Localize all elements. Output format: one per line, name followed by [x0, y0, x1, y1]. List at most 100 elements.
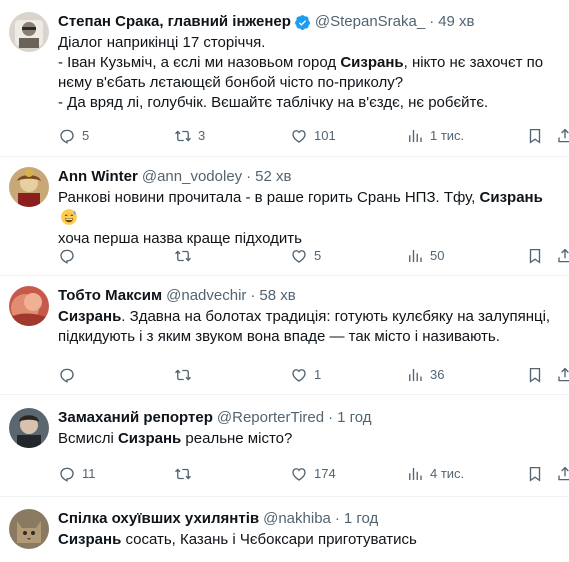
share-button[interactable] — [556, 465, 569, 483]
tweet-text-line: Діалог наприкінці 17 сторіччя. — [58, 33, 557, 53]
tweet-actions: 1 36 — [58, 366, 569, 386]
views-count: 1 тис. — [430, 128, 465, 143]
tweet[interactable]: Замаханий репортер @ReporterTired · 1 го… — [0, 395, 569, 497]
bold-text: Сизрань — [58, 308, 122, 325]
bold-text: Сизрань — [58, 531, 122, 548]
timestamp[interactable]: 1 год — [344, 509, 378, 529]
retweet-icon — [175, 369, 191, 381]
tweet-text: Сизрань сосать, Казань і Чєбоксари приго… — [58, 530, 557, 550]
views-icon — [409, 130, 422, 142]
views-count: 36 — [430, 367, 445, 382]
bookmark-button[interactable] — [526, 247, 544, 265]
avatar[interactable] — [9, 12, 49, 52]
views-icon — [409, 369, 422, 381]
like-count: 5 — [314, 248, 322, 263]
tweet-actions: 11 174 4 тис. — [58, 465, 569, 485]
tweet-text: Ранкові новини прочитала - в раше горить… — [58, 188, 557, 249]
share-button[interactable] — [556, 127, 569, 145]
text-span: , нікто нє захочєт по — [403, 54, 544, 71]
reply-count: 5 — [82, 128, 90, 143]
tweet-actions: 5 3 101 1 тис. — [58, 127, 569, 147]
tweet-feed: Степан Срака, главний інженер @StepanSra… — [0, 0, 569, 562]
like-count: 174 — [314, 466, 336, 481]
author-handle[interactable]: @nakhiba — [263, 509, 331, 529]
retweet-button[interactable] — [174, 465, 198, 483]
text-span: Ранкові новини прочитала - в раше горить… — [58, 189, 480, 206]
timestamp[interactable]: 52 хв — [255, 167, 291, 187]
timestamp[interactable]: 49 хв — [438, 12, 474, 32]
like-button[interactable]: 174 — [290, 465, 336, 483]
bookmark-button[interactable] — [526, 366, 544, 384]
views-button[interactable]: 36 — [406, 366, 444, 384]
like-button[interactable]: 1 — [290, 366, 321, 384]
tweet-text-line: підкидують і з яким звуком вона впаде — … — [58, 327, 557, 347]
tweet[interactable]: Ann Winter @ann_vodoley · 52 хв Ранкові … — [0, 157, 569, 276]
reply-icon — [60, 129, 74, 144]
retweet-count: 3 — [198, 128, 206, 143]
avatar[interactable] — [9, 408, 49, 448]
retweet-button[interactable] — [174, 366, 198, 384]
text-span: хоча перша назва краще підходить — [58, 230, 302, 247]
timestamp[interactable]: 1 год — [337, 408, 371, 428]
like-button[interactable]: 101 — [290, 127, 336, 145]
share-icon — [558, 367, 569, 382]
author-name[interactable]: Замаханий репортер — [58, 408, 213, 428]
verified-badge-icon — [294, 14, 310, 30]
tweet-text-line: нєму в'єбать лєтающєй бонбой чісто по-пр… — [58, 73, 557, 93]
bookmark-button[interactable] — [526, 465, 544, 483]
views-button[interactable]: 50 — [406, 247, 444, 265]
text-span: - Да вряд лі, голубчік. Вєшайтє таблічку… — [58, 94, 489, 111]
avatar[interactable] — [9, 286, 49, 326]
tweet-text-line: Всмислі Сизрань реальне місто? — [58, 429, 557, 449]
author-name[interactable]: Спілка охуївших ухилянтів — [58, 509, 259, 529]
tweet-text: Сизрань. Здавна на болотах традиція: гот… — [58, 307, 557, 347]
separator-dot: · — [328, 409, 334, 426]
reply-button[interactable]: 11 — [58, 465, 96, 483]
views-count: 4 тис. — [430, 466, 465, 481]
share-button[interactable] — [556, 247, 569, 265]
grinning-sweat-emoji-icon — [61, 209, 77, 225]
author-handle[interactable]: @StepanSraka_ — [315, 12, 425, 32]
author-name[interactable]: Степан Срака, главний інженер — [58, 12, 291, 32]
tweet-text: Всмислі Сизрань реальне місто? — [58, 429, 557, 449]
tweet-text-line: - Да вряд лі, голубчік. Вєшайтє таблічку… — [58, 93, 557, 113]
views-icon — [409, 468, 422, 480]
share-icon — [558, 248, 569, 263]
views-button[interactable]: 4 тис. — [406, 465, 464, 483]
tweet-text-line: Сизрань. Здавна на болотах традиція: гот… — [58, 307, 557, 327]
separator-dot: · — [246, 168, 252, 185]
timestamp[interactable]: 58 хв — [259, 286, 295, 306]
heart-icon — [292, 130, 306, 143]
author-handle[interactable]: @nadvechir — [166, 286, 246, 306]
share-button[interactable] — [556, 366, 569, 384]
like-button[interactable]: 5 — [290, 247, 321, 265]
bookmark-icon — [529, 248, 541, 264]
tweet[interactable]: Тобто Максим @nadvechir · 58 хв Сизрань.… — [0, 276, 569, 395]
text-span: - Іван Кузьміч, а єслі ми назовьом город — [58, 54, 341, 71]
retweet-button[interactable]: 3 — [174, 127, 205, 145]
views-icon — [409, 250, 422, 262]
heart-icon — [292, 468, 306, 481]
like-count: 1 — [314, 367, 322, 382]
text-span: реальне місто? — [181, 430, 293, 447]
bold-text: Сизрань — [479, 189, 543, 206]
avatar[interactable] — [9, 167, 49, 207]
views-button[interactable]: 1 тис. — [406, 127, 464, 145]
reply-button[interactable] — [58, 247, 82, 265]
author-handle[interactable]: @ann_vodoley — [142, 167, 242, 187]
retweet-button[interactable] — [174, 247, 198, 265]
reply-button[interactable]: 5 — [58, 127, 89, 145]
reply-button[interactable] — [58, 366, 82, 384]
reply-icon — [60, 467, 74, 482]
tweet-text: Діалог наприкінці 17 сторіччя. - Іван Ку… — [58, 33, 557, 113]
author-name[interactable]: Ann Winter — [58, 167, 138, 187]
avatar[interactable] — [9, 509, 49, 549]
tweet[interactable]: Спілка охуївших ухилянтів @nakhiba · 1 г… — [0, 497, 569, 562]
author-handle[interactable]: @ReporterTired — [217, 408, 324, 428]
bold-text: Сизрань — [340, 54, 404, 71]
tweet[interactable]: Степан Срака, главний інженер @StepanSra… — [0, 0, 569, 157]
text-span: . Здавна на болотах традиція: готують ку… — [121, 308, 551, 325]
bookmark-button[interactable] — [526, 127, 544, 145]
author-name[interactable]: Тобто Максим — [58, 286, 162, 306]
separator-dot: · — [334, 510, 340, 527]
